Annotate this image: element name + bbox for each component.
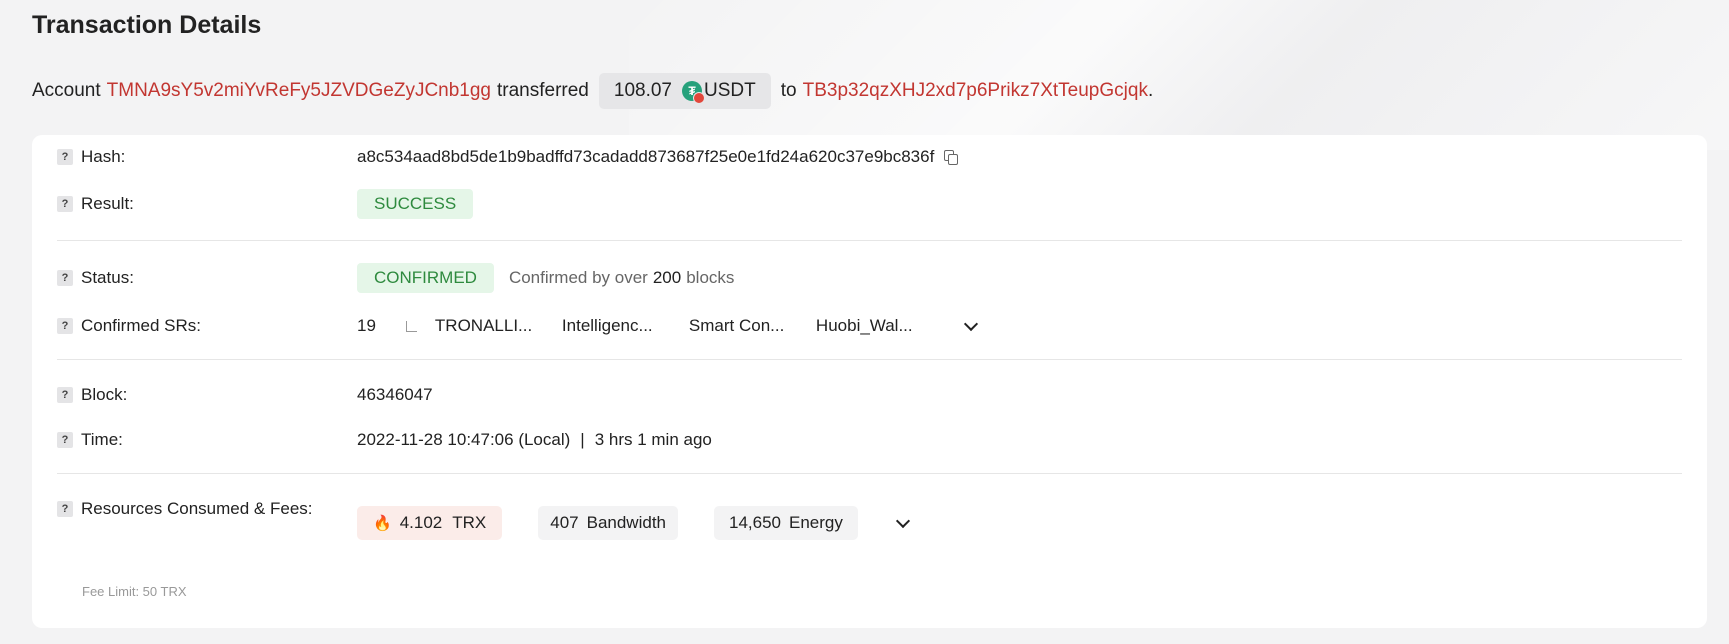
status-row-label: ? Status: [57,268,134,287]
hash-value: a8c534aad8bd5de1b9badffd73cadadd873687f2… [357,147,935,166]
resources-value-wrap: 🔥 4.102 TRX 407 Bandwidth 14,650 Energy [357,506,910,540]
srs-row-label: ? Confirmed SRs: [57,316,201,335]
token-symbol[interactable]: USDT [704,80,756,102]
srs-label: Confirmed SRs: [81,316,201,335]
help-icon[interactable]: ? [57,318,73,334]
divider [57,359,1682,360]
divider [57,240,1682,241]
trx-fee-pill: 🔥 4.102 TRX [357,506,503,540]
resources-row-label: ? Resources Consumed & Fees: [57,499,313,518]
time-row-label: ? Time: [57,430,123,449]
block-label: Block: [81,385,128,404]
help-icon[interactable]: ? [57,270,73,286]
energy-unit: Energy [789,513,843,532]
result-badge: SUCCESS [357,189,474,219]
summary-end: . [1147,80,1154,101]
result-value-wrap: SUCCESS [357,189,474,219]
time-value: 2022-11-28 10:47:06 (Local) [357,430,571,449]
divider [57,473,1682,474]
from-address-link[interactable]: TMNA9sY5v2miYvReFy5JZVDGeZyJCnb1gg [107,80,491,102]
trx-fee-unit: TRX [452,513,487,532]
to-address-link[interactable]: TB3p32qzXHJ2xd7p6Prikz7XtTeupGcjqk [803,80,1148,102]
sr-item[interactable]: Intelligenc... [562,316,689,336]
trx-fee-value: 4.102 [399,513,443,532]
amount-value: 108.07 [613,80,672,101]
resources-label: Resources Consumed & Fees: [81,499,313,518]
summary-prefix: Account [32,80,101,101]
energy-pill: 14,650 Energy [714,506,858,540]
block-value-wrap: 46346047 [357,385,433,405]
chevron-down-icon[interactable] [963,316,978,332]
srs-value-wrap: 19 TRONALLI... Intelligenc... Smart Con.… [357,316,978,336]
result-row-label: ? Result: [57,194,134,213]
hash-label: Hash: [81,147,126,166]
summary-to-word: to [780,80,797,101]
srs-count: 19 [357,316,376,335]
bandwidth-unit: Bandwidth [586,513,666,532]
time-ago: 3 hrs 1 min ago [594,430,712,449]
help-icon[interactable]: ? [57,387,73,403]
tether-icon: ₮ [682,81,705,104]
help-icon[interactable]: ? [57,501,73,517]
copy-icon[interactable] [944,150,959,165]
summary-verb: transferred [497,80,589,101]
details-card: ? Hash: a8c534aad8bd5de1b9badffd73cadadd… [32,135,1707,628]
sr-item[interactable]: Smart Con... [689,316,816,336]
result-label: Result: [81,194,134,213]
block-row-label: ? Block: [57,385,128,404]
help-icon[interactable]: ? [57,196,73,212]
status-note-count: 200 [652,268,682,287]
chevron-down-icon[interactable] [895,513,910,529]
sr-item[interactable]: Huobi_Wal... [816,316,966,336]
time-value-wrap: 2022-11-28 10:47:06 (Local) | 3 hrs 1 mi… [357,430,712,450]
status-label: Status: [81,268,134,287]
bandwidth-value: 407 [550,513,579,532]
status-note-suffix: blocks [686,268,735,287]
tron-badge-icon [693,92,705,104]
flame-icon: 🔥 [373,515,392,532]
bandwidth-pill: 407 Bandwidth [538,506,678,540]
energy-value: 14,650 [729,513,781,532]
time-label: Time: [81,430,123,449]
amount-pill: 108.07 ₮ USDT [598,73,771,109]
block-value[interactable]: 46346047 [357,385,433,405]
help-icon[interactable]: ? [57,149,73,165]
tree-corner-icon [405,320,417,332]
page-title: Transaction Details [32,11,262,39]
status-note-prefix: Confirmed by over [508,268,648,287]
help-icon[interactable]: ? [57,432,73,448]
hash-row-label: ? Hash: [57,147,126,166]
time-separator: | [580,430,585,449]
status-badge: CONFIRMED [357,263,494,293]
fee-limit: Fee Limit: 50 TRX [82,584,187,599]
hash-value-wrap: a8c534aad8bd5de1b9badffd73cadadd873687f2… [357,147,959,167]
status-value-wrap: CONFIRMED Confirmed by over 200 blocks [357,263,734,293]
sr-item[interactable]: TRONALLI... [435,316,562,336]
transfer-summary: Account TMNA9sY5v2miYvReFy5JZVDGeZyJCnb1… [32,73,1153,109]
